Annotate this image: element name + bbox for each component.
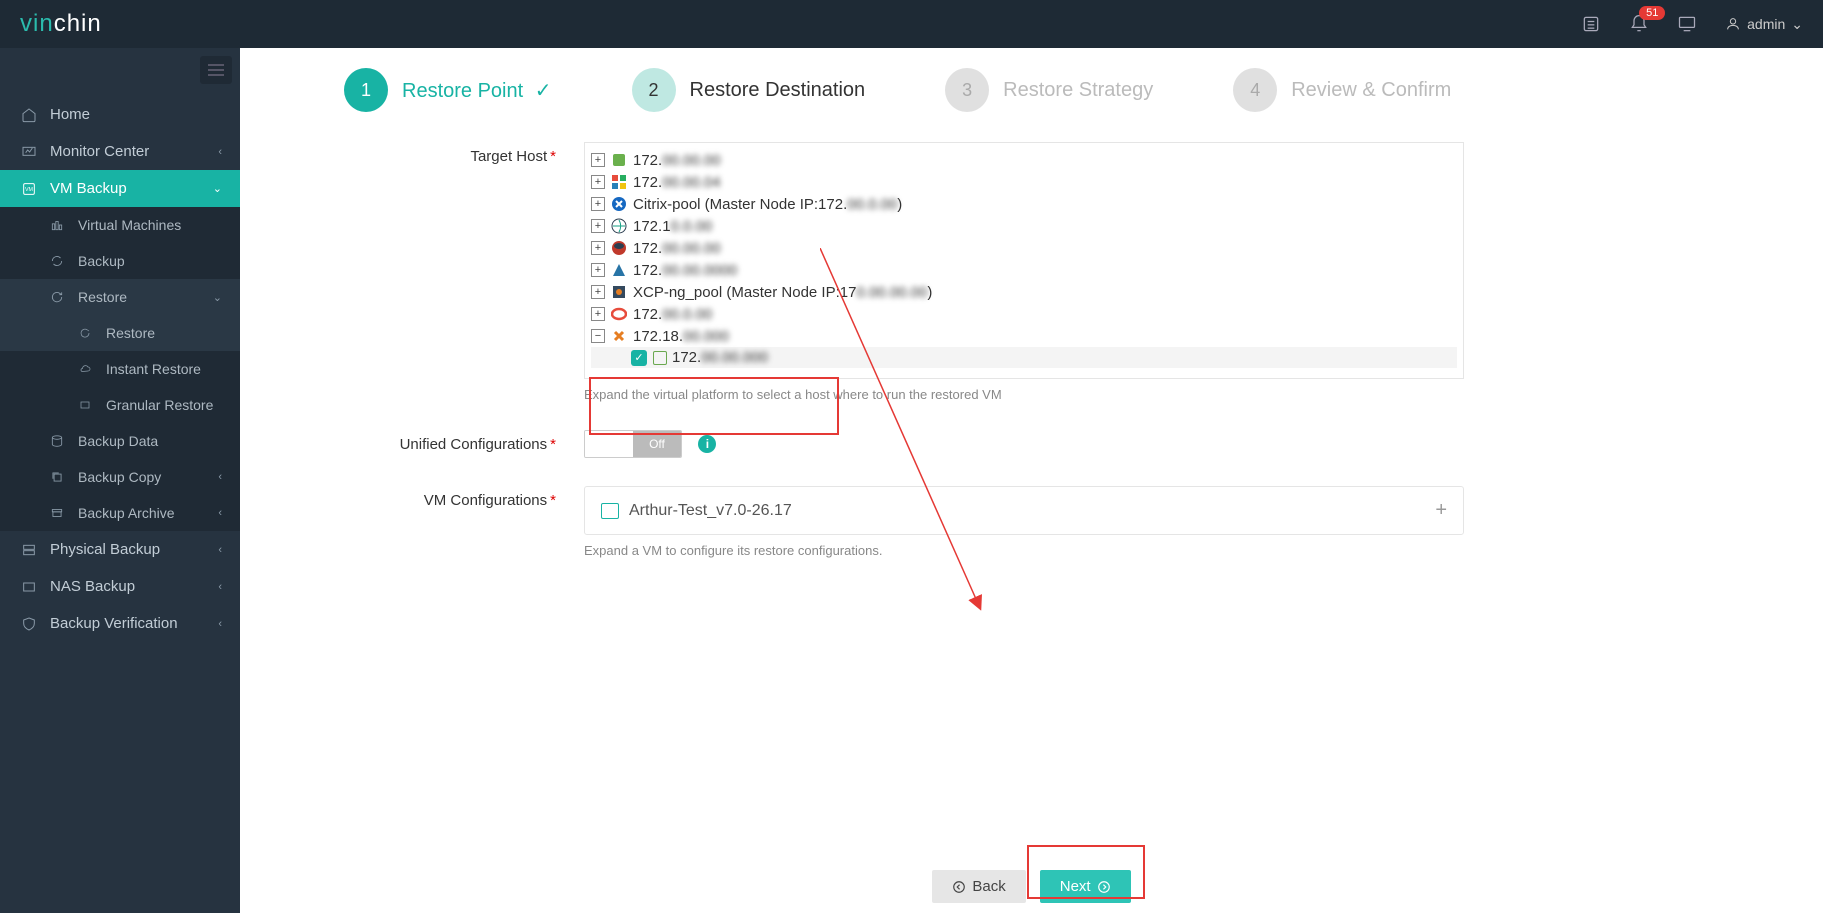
box-icon [74,399,96,411]
row-target-host: Target Host* +172.00.00.00 +172.00.00.04… [304,142,1759,402]
nav-restore[interactable]: Restore ⌄ [0,279,240,315]
nav-backup-data[interactable]: Backup Data [0,423,240,459]
nav-nas-backup[interactable]: NAS Backup ‹ [0,568,240,605]
back-button[interactable]: Back [932,870,1025,903]
chevron-down-icon: ⌄ [213,182,222,195]
tree-node[interactable]: +172.00.00.0000 [591,259,1457,281]
archive-icon [46,506,68,520]
server-icon [18,542,40,558]
chevron-right-icon: ‹ [218,544,222,556]
target-host-helper: Expand the virtual platform to select a … [584,387,1464,402]
svg-text:VM: VM [25,187,33,193]
nav-restore-sub[interactable]: Restore [0,315,240,351]
tree-node[interactable]: +172.00.00.04 [591,171,1457,193]
vm-config-item[interactable]: Arthur-Test_v7.0-26.17 + [584,486,1464,535]
chevron-right-icon: ‹ [218,507,222,519]
chevron-down-icon: ⌄ [213,291,222,304]
tree-node[interactable]: +172.00.00.00 [591,237,1457,259]
tree-node-selected[interactable]: ✓ 172.00.00.000 [591,347,1457,368]
tree-node[interactable]: +172.00.00.00 [591,149,1457,171]
restore-icon [46,290,68,304]
logo[interactable]: vinchin [20,10,102,38]
step-restore-point[interactable]: 1 Restore Point ✓ [344,68,552,112]
chevron-right-icon: ‹ [218,146,222,158]
home-icon [18,107,40,123]
tree-node[interactable]: +XCP-ng_pool (Master Node IP:170.00.00.0… [591,281,1457,303]
host-icon [653,351,667,365]
vm-icon: VM [18,181,40,197]
copy-icon [46,470,68,484]
list-icon[interactable] [1581,14,1601,34]
sidebar-toggle[interactable] [200,56,232,84]
checkbox-checked-icon: ✓ [631,350,647,366]
row-unified-config: Unified Configurations* Off i [304,430,1759,458]
info-icon[interactable]: i [698,435,716,453]
restore-icon [74,327,96,339]
nav-backup-copy[interactable]: Backup Copy ‹ [0,459,240,495]
tree-node[interactable]: +Citrix-pool (Master Node IP:172.00.0.00… [591,193,1457,215]
nav-physical-backup[interactable]: Physical Backup ‹ [0,531,240,568]
main-content: 1 Restore Point ✓ 2 Restore Destination … [240,48,1823,913]
nav-granular-restore[interactable]: Granular Restore [0,387,240,423]
chevron-down-icon: ⌄ [1791,16,1803,33]
tree-node-expanded[interactable]: −172.18.00.000 [591,325,1457,347]
step-restore-destination[interactable]: 2 Restore Destination [632,68,866,112]
wizard-footer: Back Next [240,870,1823,903]
nav-backup-verification[interactable]: Backup Verification ‹ [0,605,240,642]
chevron-right-icon: ‹ [218,471,222,483]
row-vm-config: VM Configurations* Arthur-Test_v7.0-26.1… [304,486,1759,558]
step-restore-strategy[interactable]: 3 Restore Strategy [945,68,1153,112]
bell-icon[interactable]: 51 [1629,14,1649,34]
step-review-confirm[interactable]: 4 Review & Confirm [1233,68,1451,112]
user-label: admin [1747,16,1785,32]
notification-badge: 51 [1639,6,1665,20]
expand-plus-icon[interactable]: + [1435,499,1447,522]
nav-vm-backup[interactable]: VM VM Backup ⌄ [0,170,240,207]
chevron-right-icon: ‹ [218,618,222,630]
monitor-icon[interactable] [1677,14,1697,34]
nav-home[interactable]: Home [0,96,240,133]
topbar: vinchin 51 admin ⌄ [0,0,1823,48]
nas-icon [18,579,40,595]
nav-virtual-machines[interactable]: Virtual Machines [0,207,240,243]
chart-icon [46,218,68,232]
unified-toggle[interactable]: Off [584,430,682,458]
tree-node[interactable]: +172.00.0.00 [591,303,1457,325]
nav-backup-archive[interactable]: Backup Archive ‹ [0,495,240,531]
vm-small-icon [601,503,619,519]
nav-instant-restore[interactable]: Instant Restore [0,351,240,387]
nav-monitor[interactable]: Monitor Center ‹ [0,133,240,170]
nav-backup[interactable]: Backup [0,243,240,279]
next-button[interactable]: Next [1040,870,1131,903]
annotation-box [589,377,839,435]
chevron-right-icon: ‹ [218,581,222,593]
tree-node[interactable]: +172.10.0.00 [591,215,1457,237]
cloud-icon [74,363,96,375]
database-icon [46,434,68,448]
refresh-icon [46,254,68,268]
vm-config-helper: Expand a VM to configure its restore con… [584,543,1464,558]
monitor-center-icon [18,144,40,160]
check-icon: ✓ [535,80,552,102]
target-host-tree[interactable]: +172.00.00.00 +172.00.00.04 +Citrix-pool… [584,142,1464,379]
wizard: 1 Restore Point ✓ 2 Restore Destination … [304,68,1759,112]
shield-icon [18,616,40,632]
sidebar: Home Monitor Center ‹ VM VM Backup ⌄ Vir… [0,48,240,913]
user-menu[interactable]: admin ⌄ [1725,16,1803,33]
